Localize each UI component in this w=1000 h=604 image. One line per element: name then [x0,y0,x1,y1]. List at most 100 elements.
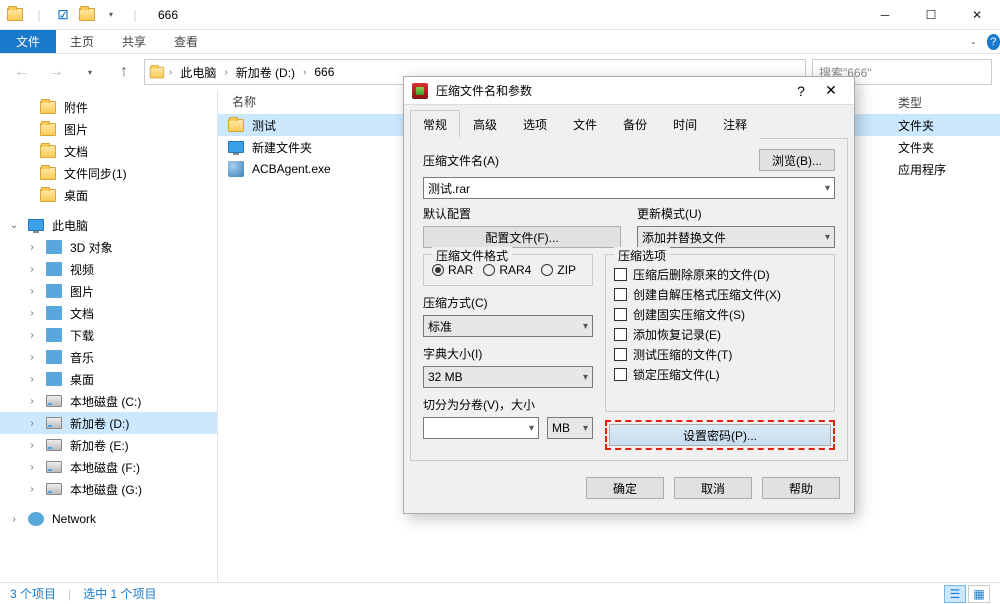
ribbon-tab-home[interactable]: 主页 [56,30,108,53]
expand-icon[interactable]: › [26,286,38,297]
expand-icon[interactable]: › [26,264,38,275]
set-password-button[interactable]: 设置密码(P)... [609,424,831,446]
tab-options[interactable]: 选项 [510,110,560,139]
split-label: 切分为分卷(V)，大小 [423,396,593,413]
split-size-input[interactable] [423,417,539,439]
column-header-type[interactable]: 类型 [890,90,1000,114]
ribbon-help[interactable]: ⌄? [970,30,1000,53]
tab-backup[interactable]: 备份 [610,110,660,139]
options-group: 压缩选项 压缩后删除原来的文件(D)创建自解压格式压缩文件(X)创建固实压缩文件… [605,254,835,412]
option-checkbox[interactable]: 测试压缩的文件(T) [614,346,826,363]
expand-icon[interactable]: › [26,418,38,429]
icons-view-button[interactable]: ▦ [968,585,990,603]
nav-label: 本地磁盘 (C:) [70,393,141,410]
breadcrumb-seg[interactable]: 此电脑 [176,64,220,81]
nav-pc-item[interactable]: ›图片 [0,280,217,302]
expand-icon[interactable]: › [26,308,38,319]
method-select[interactable]: 标准 [423,315,593,337]
nav-pc-item[interactable]: ›桌面 [0,368,217,390]
help-button[interactable]: 帮助 [762,477,840,499]
tab-time[interactable]: 时间 [660,110,710,139]
help-icon[interactable]: ? [987,34,1000,50]
nav-quick-item[interactable]: 图片 [0,118,217,140]
expand-icon[interactable]: › [26,484,38,495]
nav-pc-item[interactable]: › 本地磁盘 (C:) [0,390,217,412]
checkbox-icon [614,368,627,381]
expand-icon[interactable]: ⌄ [8,220,20,231]
drive-icon [46,439,62,451]
nav-pc-item[interactable]: ›本地磁盘 (G:) [0,478,217,500]
option-checkbox[interactable]: 创建自解压格式压缩文件(X) [614,286,826,303]
ok-button[interactable]: 确定 [586,477,664,499]
nav-quick-item[interactable]: 桌面 [0,184,217,206]
nav-pc-item[interactable]: ›新加卷 (D:) [0,412,217,434]
split-unit-select[interactable]: MB [547,417,593,439]
nav-quick-item[interactable]: 文件同步(1) [0,162,217,184]
nav-pc-item[interactable]: ›文档 [0,302,217,324]
ribbon-tab-view[interactable]: 查看 [160,30,212,53]
up-button[interactable]: ↑ [110,58,138,86]
update-mode-label: 更新模式(U) [637,205,835,222]
nav-pc-item[interactable]: ›新加卷 (E:) [0,434,217,456]
option-label: 压缩后删除原来的文件(D) [633,266,770,283]
dict-label: 字典大小(I) [423,345,593,362]
dict-select[interactable]: 32 MB [423,366,593,388]
drive-icon [46,395,62,407]
maximize-button[interactable]: ☐ [908,0,954,30]
browse-button[interactable]: 浏览(B)... [759,149,835,171]
folder-icon[interactable] [76,4,98,26]
nav-pc-item[interactable]: ›视频 [0,258,217,280]
dialog-help-button[interactable]: ? [786,83,816,99]
nav-quick-item[interactable]: 附件 [0,96,217,118]
profiles-button[interactable]: 配置文件(F)... [423,226,621,248]
expand-icon[interactable]: › [8,514,20,525]
cancel-button[interactable]: 取消 [674,477,752,499]
archive-name-input[interactable]: 测试.rar [423,177,835,199]
ribbon-tab-share[interactable]: 共享 [108,30,160,53]
expand-icon[interactable]: › [26,352,38,363]
nav-quick-item[interactable]: 文档 [0,140,217,162]
tab-general[interactable]: 常规 [410,110,460,139]
breadcrumb-seg[interactable]: 666 [310,65,338,79]
option-checkbox[interactable]: 创建固实压缩文件(S) [614,306,826,323]
dialog-close-button[interactable]: ✕ [816,82,846,99]
format-rar[interactable]: RAR [432,263,473,277]
back-button[interactable]: ← [8,58,36,86]
breadcrumb-seg[interactable]: 新加卷 (D:) [232,64,299,81]
format-zip[interactable]: ZIP [541,263,576,277]
tab-advanced[interactable]: 高级 [460,110,510,139]
option-checkbox[interactable]: 压缩后删除原来的文件(D) [614,266,826,283]
expand-icon[interactable]: › [26,462,38,473]
status-selection: 选中 1 个项目 [83,585,156,602]
expand-icon[interactable]: › [26,330,38,341]
details-view-button[interactable]: ☰ [944,585,966,603]
minimize-button[interactable]: ─ [862,0,908,30]
properties-icon[interactable]: ☑ [52,4,74,26]
file-tab[interactable]: 文件 [0,30,56,53]
format-label: 压缩文件格式 [432,247,512,264]
qat-separator: | [124,4,146,26]
nav-network[interactable]: › Network [0,508,217,530]
nav-pc-item[interactable]: ›下载 [0,324,217,346]
expand-icon[interactable]: › [26,396,38,407]
window-controls: ─ ☐ ✕ [862,0,1000,30]
expand-icon[interactable]: › [26,242,38,253]
expand-icon[interactable]: › [26,440,38,451]
qat-dropdown[interactable]: ▾ [100,4,122,26]
tab-files[interactable]: 文件 [560,110,610,139]
expand-icon[interactable]: › [26,374,38,385]
close-button[interactable]: ✕ [954,0,1000,30]
nav-pc-item[interactable]: ›3D 对象 [0,236,217,258]
dialog-title: 压缩文件名和参数 [436,82,786,99]
nav-label: 桌面 [64,187,88,204]
nav-this-pc[interactable]: ⌄ 此电脑 [0,214,217,236]
recent-dropdown[interactable]: ▾ [76,58,104,86]
option-checkbox[interactable]: 添加恢复记录(E) [614,326,826,343]
option-checkbox[interactable]: 锁定压缩文件(L) [614,366,826,383]
nav-pc-item[interactable]: ›音乐 [0,346,217,368]
tab-comment[interactable]: 注释 [710,110,760,139]
update-mode-select[interactable]: 添加并替换文件 [637,226,835,248]
format-rar4[interactable]: RAR4 [483,263,531,277]
forward-button[interactable]: → [42,58,70,86]
nav-pc-item[interactable]: ›本地磁盘 (F:) [0,456,217,478]
